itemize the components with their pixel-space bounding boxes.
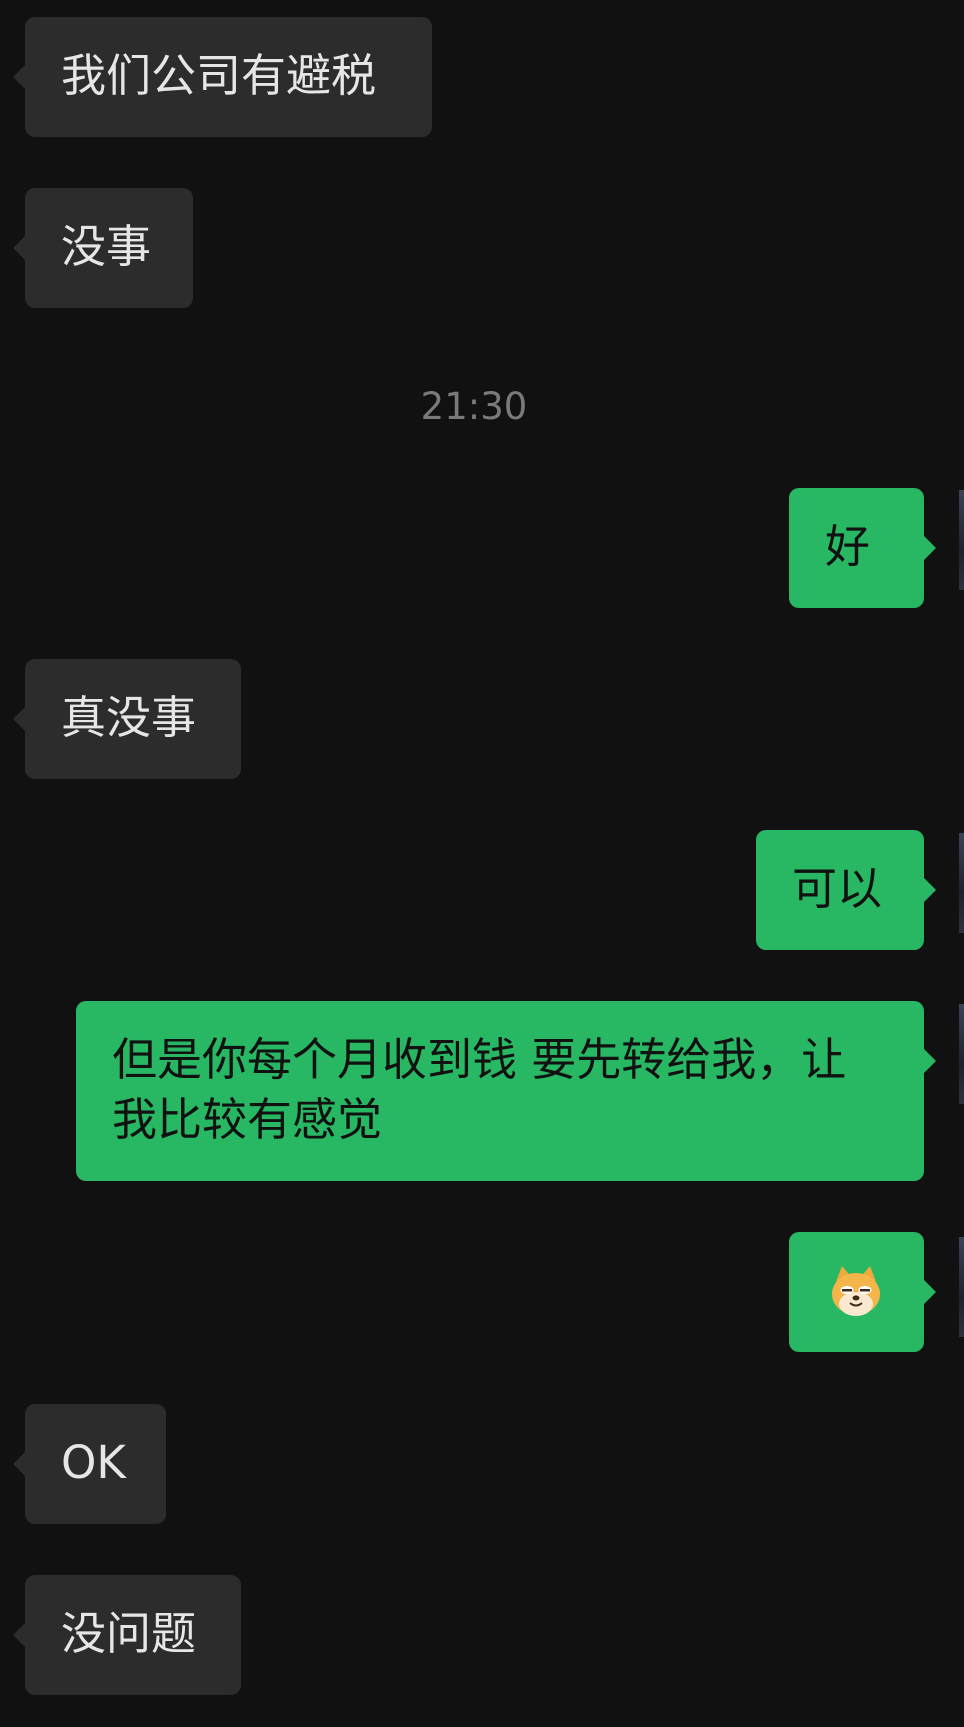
message-text: OK [61,1436,126,1489]
my-avatar[interactable] [959,1237,964,1337]
message-text: 真没事 [61,691,197,744]
doge-sticker-icon [832,1266,880,1316]
message-text: 可以 [792,862,883,915]
message-text: 好 [825,520,871,573]
my-avatar[interactable] [959,833,964,933]
outgoing-message-bubble[interactable]: 好 [789,488,936,608]
message-text: 我们公司有避税 [61,49,377,102]
my-avatar[interactable] [959,490,964,590]
outgoing-message-bubble[interactable]: 可以 [756,830,936,950]
message-text: 没事 [61,220,152,273]
message-text: 没问题 [61,1607,197,1660]
incoming-message-bubble[interactable]: OK [13,1404,166,1524]
incoming-message-bubble[interactable]: 真没事 [13,659,241,779]
incoming-message-bubble[interactable]: 没事 [13,188,193,308]
chat-timestamp: 21:30 [420,385,528,428]
outgoing-message-bubble[interactable]: 但是你每个月收到钱 要先转给我，让 我比较有感觉 [76,1001,936,1181]
message-text: 但是你每个月收到钱 要先转给我，让 我比较有感觉 [112,1033,847,1146]
outgoing-sticker-bubble[interactable] [789,1232,936,1352]
incoming-message-bubble[interactable]: 没问题 [13,1575,241,1695]
chat-thread[interactable]: 我们公司有避税 没事 21:30 好 真没事 可以 但是你每个月收到钱 要先转给… [0,0,964,1727]
incoming-message-bubble[interactable]: 我们公司有避税 [13,17,432,137]
my-avatar[interactable] [959,1004,964,1104]
